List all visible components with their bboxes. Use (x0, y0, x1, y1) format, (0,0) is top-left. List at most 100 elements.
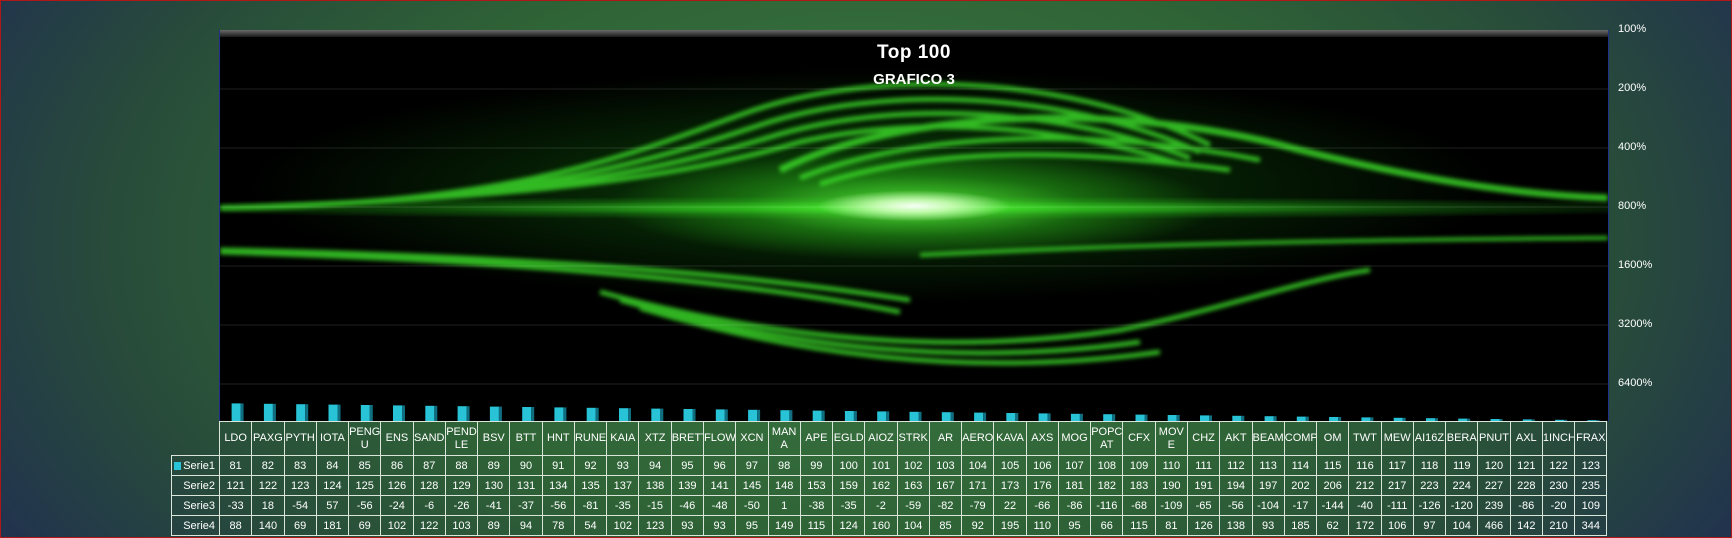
category-label: BERA (1445, 421, 1479, 456)
table-cell: 202 (1283, 475, 1318, 496)
table-cell: 95 (1057, 515, 1092, 536)
category-label: KAIA (606, 421, 640, 456)
table-cell: 122 (251, 475, 285, 496)
bar-serie1-side (724, 409, 728, 421)
table-cell: -15 (638, 495, 672, 516)
table-cell: -68 (1122, 495, 1156, 516)
table-cell: 85 (928, 515, 963, 536)
table-cell: 122 (412, 515, 446, 536)
bar-serie1-side (369, 405, 373, 421)
table-cell: 110 (1154, 455, 1188, 476)
category-label: BSV (477, 421, 511, 456)
table-cell: -37 (509, 495, 543, 516)
bar-serie1-side (1112, 414, 1116, 421)
bar-serie1 (909, 411, 919, 421)
category-label: AKT (1219, 421, 1253, 456)
table-cell: 130 (477, 475, 511, 496)
category-label: IOTA (315, 421, 350, 456)
bar-serie1 (683, 409, 693, 421)
table-cell: 69 (348, 515, 382, 536)
table-cell: 106 (1380, 515, 1414, 536)
table-cell: -65 (1186, 495, 1221, 516)
table-cell: 115 (799, 515, 834, 536)
table-cell: -41 (477, 495, 511, 516)
table-cell: 148 (767, 475, 801, 496)
table-cell: 84 (315, 455, 350, 476)
table-cell: 83 (283, 455, 317, 476)
bar-serie1-side (1079, 413, 1083, 421)
table-cell: 109 (1574, 495, 1608, 516)
bar-serie1 (522, 407, 532, 421)
table-cell: 18 (251, 495, 285, 516)
table-cell: 66 (1090, 515, 1124, 536)
table-cell: 466 (1477, 515, 1511, 536)
table-cell: 212 (1348, 475, 1382, 496)
table-cell: 153 (799, 475, 834, 496)
table-cell: 78 (541, 515, 575, 536)
category-label: FRAX (1574, 421, 1608, 456)
table-cell: 121 (218, 475, 253, 496)
table-cell: 54 (573, 515, 608, 536)
category-label: PYTH (283, 421, 317, 456)
table-cell: -46 (670, 495, 704, 516)
table-cell: 167 (928, 475, 963, 496)
table-cell: 129 (444, 475, 479, 496)
table-cell: 190 (1154, 475, 1188, 496)
table-cell: 134 (541, 475, 575, 496)
table-cell: 114 (1283, 455, 1318, 476)
category-label: COMP (1283, 421, 1318, 456)
bar-serie1-side (498, 406, 502, 421)
table-cell: 88 (444, 455, 479, 476)
bar-serie1 (296, 404, 306, 421)
table-cell: 197 (1251, 475, 1285, 496)
table-cell: 95 (735, 515, 769, 536)
bar-serie1-side (1047, 413, 1051, 421)
table-cell: 93 (702, 515, 737, 536)
table-cell: 90 (509, 455, 543, 476)
table-cell: 115 (1122, 515, 1156, 536)
bar-serie1 (812, 410, 822, 421)
bar-serie1-side (789, 410, 793, 421)
table-cell: -48 (702, 495, 737, 516)
bar-serie1-side (983, 412, 987, 421)
table-cell: 91 (541, 455, 575, 476)
table-cell: 96 (702, 455, 737, 476)
table-cell: 92 (961, 515, 995, 536)
table-row: Serie3 -33 18 -54 57 -56 -24 -6 -26 -41 -37 -56 -81-… (171, 495, 1608, 516)
bar-serie1-side (305, 404, 309, 421)
table-cell: 107 (1057, 455, 1092, 476)
table-cell: -38 (799, 495, 834, 516)
table-cell: 140 (251, 515, 285, 536)
bar-series-serie1 (231, 403, 1600, 421)
bar-serie1-side (402, 405, 405, 421)
table-cell: 206 (1316, 475, 1350, 496)
table-cell: -54 (283, 495, 317, 516)
table-cell: 135 (573, 475, 608, 496)
table-cell: 217 (1380, 475, 1414, 496)
table-cell: 239 (1477, 495, 1511, 516)
bar-serie1-side (757, 409, 761, 421)
table-cell: 102 (896, 455, 930, 476)
table-cell: 181 (1057, 475, 1092, 496)
table-cell: -56 (541, 495, 575, 516)
table-cell: 117 (1380, 455, 1414, 476)
bar-serie1 (844, 411, 854, 421)
bar-serie1 (651, 408, 661, 421)
y-tick-label: 200% (1618, 82, 1647, 94)
table-row: Serie2 121 122 123 124 125 126 128 129 130 131 134 1… (171, 475, 1608, 496)
table-cell: 131 (509, 475, 543, 496)
table-cell: 138 (638, 475, 672, 496)
bar-serie1 (489, 406, 499, 421)
table-cell: -111 (1380, 495, 1414, 516)
table-cell: 124 (315, 475, 350, 496)
bar-serie1 (715, 409, 725, 421)
table-cell: 163 (896, 475, 930, 496)
table-cell: 57 (315, 495, 350, 516)
category-label: CFX (1122, 421, 1156, 456)
bar-serie1-side (272, 403, 276, 421)
table-cell: 185 (1283, 515, 1318, 536)
table-cell: 93 (606, 455, 640, 476)
table-cell: 62 (1316, 515, 1350, 536)
table-cell: 92 (573, 455, 608, 476)
table-cell: 93 (1251, 515, 1285, 536)
